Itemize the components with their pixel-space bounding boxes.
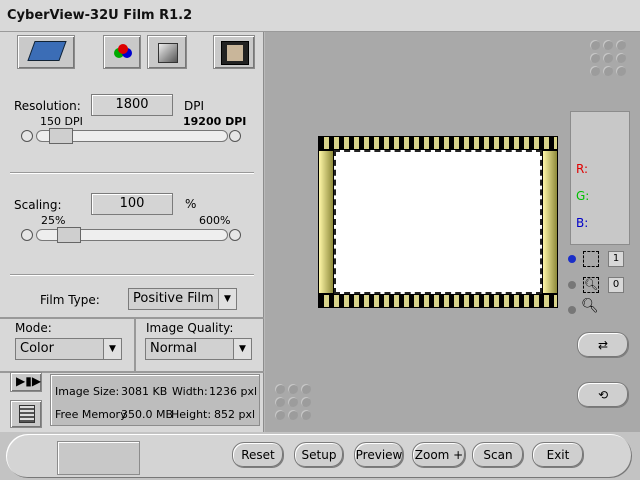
image-size-value: 3081 KB xyxy=(121,385,168,398)
preview-image[interactable] xyxy=(334,150,542,294)
resolution-slider-thumb[interactable] xyxy=(49,128,73,144)
g-readout-label: G: xyxy=(576,189,590,203)
divider xyxy=(134,319,136,371)
r-readout-label: R: xyxy=(576,162,589,176)
setup-button[interactable]: Setup xyxy=(294,442,344,468)
image-quality-select[interactable]: Normal ▼ xyxy=(145,338,252,360)
resolution-min-label: 150 DPI xyxy=(40,115,83,128)
film-edge-right xyxy=(542,150,558,294)
scaling-increase-knob[interactable] xyxy=(229,229,241,241)
mode-label: Mode: xyxy=(15,321,52,335)
color-balance-button[interactable] xyxy=(103,35,141,69)
histogram-icon xyxy=(158,43,178,63)
resolution-field[interactable]: 1800 xyxy=(91,94,173,116)
width-label: Width: xyxy=(172,385,208,398)
scanner-icon-button[interactable] xyxy=(17,35,75,69)
resolution-decrease-knob[interactable] xyxy=(21,130,33,142)
image-size-label: Image Size: xyxy=(55,385,120,398)
calculator-icon xyxy=(19,405,35,423)
rotate-button[interactable]: ⇄ xyxy=(577,332,629,358)
scaling-slider-thumb[interactable] xyxy=(57,227,81,243)
info-panel: Image Size: 3081 KB Width: 1236 pxl Free… xyxy=(50,374,260,426)
free-memory-value: 350.0 MB xyxy=(121,408,174,421)
window-title: CyberView-32U Film R1.2 xyxy=(7,8,193,23)
magnifier-icon[interactable]: 🔍︎ xyxy=(581,298,599,314)
free-memory-label: Free Memory xyxy=(55,408,127,421)
chevron-down-icon: ▼ xyxy=(218,289,236,309)
film-sprocket-top xyxy=(318,136,558,150)
rotate-icon: ⇄ xyxy=(597,338,609,352)
resolution-label: Resolution: xyxy=(14,99,81,113)
scaling-decrease-knob[interactable] xyxy=(21,229,33,241)
calculator-button[interactable] xyxy=(10,400,42,428)
reset-button[interactable]: Reset xyxy=(232,442,284,468)
play-step-button[interactable]: ▶▮▶ xyxy=(10,372,42,392)
film-type-label: Film Type: xyxy=(40,293,100,307)
resolution-increase-knob[interactable] xyxy=(229,130,241,142)
tool-magnifier-indicator[interactable] xyxy=(568,306,576,314)
height-value: 852 pxl xyxy=(214,408,256,421)
scaling-min-label: 25% xyxy=(41,214,66,227)
tool-select-indicator[interactable] xyxy=(568,255,576,263)
title-bar: CyberView-32U Film R1.2 xyxy=(0,0,640,32)
film-strip-button[interactable] xyxy=(213,35,255,69)
image-quality-value: Normal xyxy=(150,341,198,356)
rgb-circles-icon xyxy=(114,44,132,62)
zoom-button[interactable]: Zoom + xyxy=(412,442,466,468)
scan-button[interactable]: Scan xyxy=(472,442,524,468)
height-label: Height: xyxy=(171,408,212,421)
film-frame-icon xyxy=(221,41,249,65)
zoom-select-icon[interactable]: 🔍︎ xyxy=(583,277,599,293)
divider xyxy=(0,317,264,319)
tool-zoom-indicator[interactable] xyxy=(568,281,576,289)
film-frame xyxy=(318,136,558,308)
mirror-icon: ⟲ xyxy=(597,388,609,402)
image-quality-label: Image Quality: xyxy=(146,321,234,335)
film-edge-left xyxy=(318,150,334,294)
scaling-field[interactable]: 100 xyxy=(91,193,173,215)
film-type-select[interactable]: Positive Film ▼ xyxy=(128,288,237,310)
preview-area: R: G: B: 1 🔍︎ 0 🔍︎ ⇄ ⟲ xyxy=(265,32,640,432)
preview-button[interactable]: Preview xyxy=(354,442,404,468)
step-forward-icon: ▶▮▶ xyxy=(16,374,42,388)
width-value: 1236 pxl xyxy=(209,385,258,398)
select-count-badge: 1 xyxy=(608,251,624,267)
resolution-unit: DPI xyxy=(184,99,205,113)
scaling-max-label: 600% xyxy=(199,214,231,227)
resolution-max-label: 19200 DPI xyxy=(183,115,247,128)
chevron-down-icon: ▼ xyxy=(233,339,251,359)
decorative-dots xyxy=(275,384,311,420)
divider xyxy=(10,172,254,174)
film-type-value: Positive Film xyxy=(133,291,214,306)
divider xyxy=(10,274,254,276)
zoom-count-badge: 0 xyxy=(608,277,624,293)
scaling-unit: % xyxy=(185,197,197,211)
exit-button[interactable]: Exit xyxy=(532,442,584,468)
chevron-down-icon: ▼ xyxy=(103,339,121,359)
status-field xyxy=(57,441,140,475)
mode-value: Color xyxy=(20,341,54,356)
b-readout-label: B: xyxy=(576,216,589,230)
scanner-icon xyxy=(27,41,67,61)
scaling-label: Scaling: xyxy=(14,198,62,212)
mirror-button[interactable]: ⟲ xyxy=(577,382,629,408)
histogram-button[interactable] xyxy=(147,35,187,69)
rectangle-select-icon[interactable] xyxy=(583,251,599,267)
bottom-toolbar: Reset Setup Preview Zoom + Scan Exit xyxy=(0,432,640,480)
mode-select[interactable]: Color ▼ xyxy=(15,338,122,360)
color-readout-panel: R: G: B: xyxy=(570,111,630,245)
settings-panel: Resolution: 1800 DPI 150 DPI 19200 DPI S… xyxy=(0,32,264,432)
film-sprocket-bottom xyxy=(318,294,558,308)
decorative-dots xyxy=(590,40,626,76)
